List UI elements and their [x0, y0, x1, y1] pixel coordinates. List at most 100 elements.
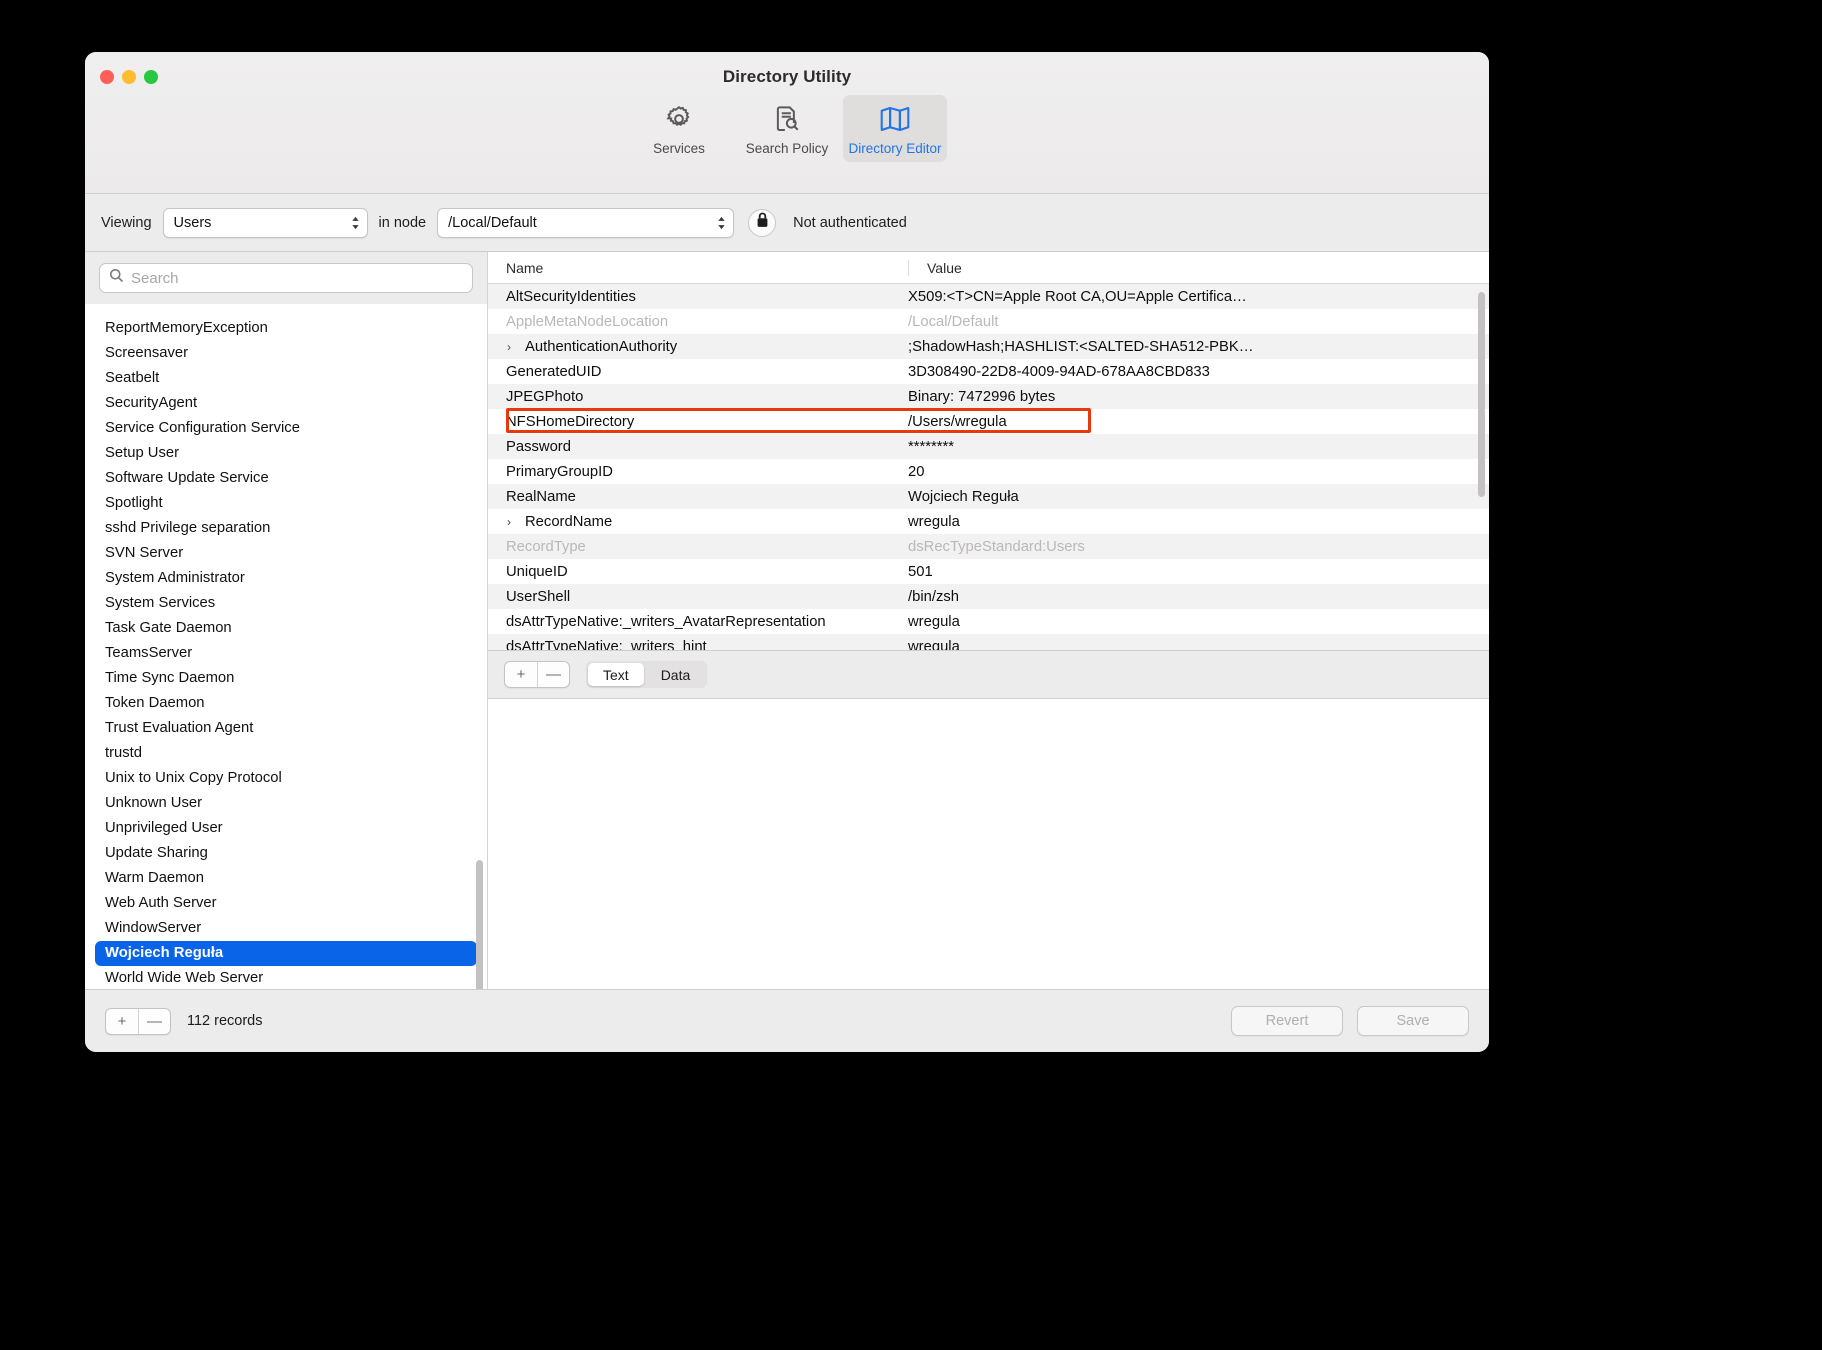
attribute-name-cell: UniqueID	[488, 564, 908, 580]
remove-value-button[interactable]: —	[537, 662, 569, 687]
list-item-label: SecurityAgent	[105, 395, 198, 411]
authentication-status: Not authenticated	[793, 214, 907, 231]
table-row[interactable]: RealName Wojciech Reguła	[488, 484, 1489, 509]
attribute-value-cell: /Users/wregula	[908, 413, 1007, 430]
table-row[interactable]: NFSHomeDirectory/Users/wregula	[488, 409, 1489, 434]
list-item[interactable]: System Services	[95, 591, 477, 616]
list-item[interactable]: SVN Server	[95, 541, 477, 566]
attribute-value-cell: wregula	[908, 638, 960, 651]
records-count: 112 records	[187, 1013, 263, 1029]
list-item-clipped[interactable]	[95, 304, 477, 316]
attribute-value-cell: Wojciech Reguła	[908, 488, 1019, 505]
attributes-table-body: AltSecurityIdentities X509:<T>CN=Apple Ro…	[488, 284, 1489, 651]
save-button[interactable]: Save	[1357, 1006, 1469, 1036]
search-icon	[109, 268, 124, 288]
attribute-value-cell: 20	[908, 463, 925, 480]
list-item-label: Spotlight	[105, 495, 163, 511]
list-item[interactable]: Screensaver	[95, 341, 477, 366]
list-item[interactable]: Seatbelt	[95, 366, 477, 391]
add-record-button[interactable]: +	[106, 1009, 138, 1034]
list-item[interactable]: Unprivileged User	[95, 816, 477, 841]
list-item[interactable]: ReportMemoryException	[95, 316, 477, 341]
table-row[interactable]: AltSecurityIdentities X509:<T>CN=Apple Ro…	[488, 284, 1489, 309]
table-row[interactable]: Password ********	[488, 434, 1489, 459]
table-row[interactable]: UniqueID 501	[488, 559, 1489, 584]
table-row[interactable]: RecordType dsRecTypeStandard:Users	[488, 534, 1489, 559]
attribute-name-label: AltSecurityIdentities	[506, 288, 636, 305]
value-add-remove-group: + —	[504, 661, 570, 688]
table-row[interactable]: dsAttrTypeNative:_writers_AvatarRepresen…	[488, 609, 1489, 634]
table-row[interactable]: dsAttrTypeNative:_writers_hint wregula	[488, 634, 1489, 651]
table-row[interactable]: JPEGPhoto Binary: 7472996 bytes	[488, 384, 1489, 409]
list-item[interactable]: Warm Daemon	[95, 866, 477, 891]
list-item[interactable]: Token Daemon	[95, 691, 477, 716]
record-type-popup[interactable]: Users	[162, 207, 368, 238]
toolbar-tab-directory-editor[interactable]: Directory Editor	[843, 95, 947, 162]
attribute-name-cell: dsAttrTypeNative:_writers_hint	[488, 639, 908, 651]
list-item[interactable]: trustd	[95, 741, 477, 766]
table-row[interactable]: › AuthenticationAuthority ;ShadowHash;HASH…	[488, 334, 1489, 359]
list-item[interactable]: WindowServer	[95, 916, 477, 941]
list-item[interactable]: World Wide Web Server	[95, 966, 477, 989]
map-icon	[879, 103, 911, 135]
list-item-label: Unix to Unix Copy Protocol	[105, 770, 282, 786]
toolbar-tab-search-policy[interactable]: Search Policy	[735, 95, 839, 162]
list-item-label: ReportMemoryException	[105, 320, 268, 336]
document-search-icon	[772, 103, 802, 135]
list-item[interactable]: sshd Privilege separation	[95, 516, 477, 541]
list-item[interactable]: Time Sync Daemon	[95, 666, 477, 691]
attributes-table-scrollbar[interactable]	[1478, 292, 1485, 497]
record-add-remove-group: + —	[105, 1007, 171, 1035]
list-item[interactable]: Software Update Service	[95, 466, 477, 491]
attribute-value-cell: 501	[908, 563, 933, 580]
list-item[interactable]: Spotlight	[95, 491, 477, 516]
revert-button[interactable]: Revert	[1231, 1006, 1343, 1036]
attribute-name-cell: JPEGPhoto	[488, 389, 908, 405]
chevron-right-icon[interactable]: ›	[507, 515, 511, 529]
attribute-name-label: RecordType	[506, 538, 586, 555]
list-item[interactable]: Trust Evaluation Agent	[95, 716, 477, 741]
attribute-name-cell: AltSecurityIdentities	[488, 289, 908, 305]
view-mode-data[interactable]: Data	[646, 663, 706, 686]
viewing-label: Viewing	[101, 214, 152, 231]
search-input[interactable]	[131, 269, 463, 287]
attribute-name-cell: Password	[488, 439, 908, 455]
list-item[interactable]: Service Configuration Service	[95, 416, 477, 441]
attribute-value-cell: Binary: 7472996 bytes	[908, 388, 1056, 405]
sidebar-scrollbar[interactable]	[476, 860, 483, 989]
add-value-button[interactable]: +	[505, 662, 537, 687]
table-row[interactable]: PrimaryGroupID 20	[488, 459, 1489, 484]
attribute-name-cell: NFSHomeDirectory	[488, 414, 908, 430]
attribute-name-label: UserShell	[506, 588, 571, 605]
node-popup[interactable]: /Local/Default	[437, 207, 735, 238]
column-header-name[interactable]: Name	[488, 260, 908, 276]
list-item-selected[interactable]: Wojciech Reguła	[95, 941, 477, 966]
list-item[interactable]: Unix to Unix Copy Protocol	[95, 766, 477, 791]
list-item[interactable]: SecurityAgent	[95, 391, 477, 416]
value-editor-textarea[interactable]	[488, 699, 1489, 989]
column-header-value[interactable]: Value	[908, 259, 1447, 276]
table-row[interactable]: GeneratedUID 3D308490-22D8-4009-94AD-678A…	[488, 359, 1489, 384]
remove-record-button[interactable]: —	[138, 1008, 170, 1034]
list-item[interactable]: Web Auth Server	[95, 891, 477, 916]
list-item[interactable]: TeamsServer	[95, 641, 477, 666]
table-row[interactable]: AppleMetaNodeLocation/Local/Default	[488, 309, 1489, 334]
toolbar-tab-label: Services	[653, 141, 705, 156]
search-field[interactable]	[99, 263, 473, 293]
window-body: ReportMemoryException Screensaver Seatbelt…	[85, 252, 1489, 989]
attribute-name-label: JPEGPhoto	[506, 388, 584, 405]
main-toolbar: Services Search Policy Directory Editor	[85, 95, 1489, 162]
attributes-table-area: Name Value AltSecurityIdentities X509:<T>…	[488, 252, 1489, 651]
table-row[interactable]: UserShell/bin/zsh	[488, 584, 1489, 609]
toolbar-tab-services[interactable]: Services	[627, 95, 731, 162]
list-item[interactable]: Task Gate Daemon	[95, 616, 477, 641]
table-row[interactable]: › RecordName wregula	[488, 509, 1489, 534]
authentication-lock-button[interactable]	[748, 208, 777, 237]
list-item[interactable]: Update Sharing	[95, 841, 477, 866]
chevron-right-icon[interactable]: ›	[507, 340, 511, 354]
list-item[interactable]: Unknown User	[95, 791, 477, 816]
list-item[interactable]: Setup User	[95, 441, 477, 466]
records-list-scroll[interactable]: ReportMemoryException Screensaver Seatbelt…	[85, 304, 487, 989]
view-mode-text[interactable]: Text	[588, 663, 644, 686]
list-item[interactable]: System Administrator	[95, 566, 477, 591]
